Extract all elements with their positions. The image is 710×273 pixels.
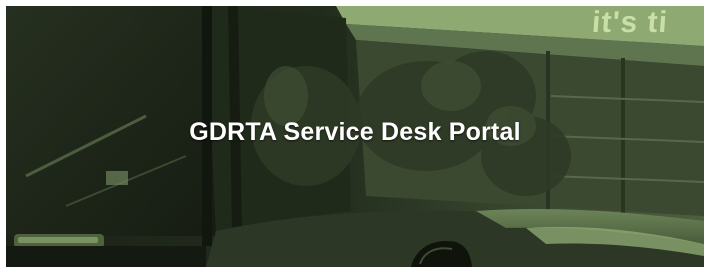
- banner-frame: it's ti GDRTA Service Desk Portal: [0, 0, 710, 273]
- hero-banner: it's ti GDRTA Service Desk Portal: [6, 6, 704, 267]
- bus-slogan-text: it's ti: [590, 6, 670, 39]
- page-title: GDRTA Service Desk Portal: [189, 118, 521, 146]
